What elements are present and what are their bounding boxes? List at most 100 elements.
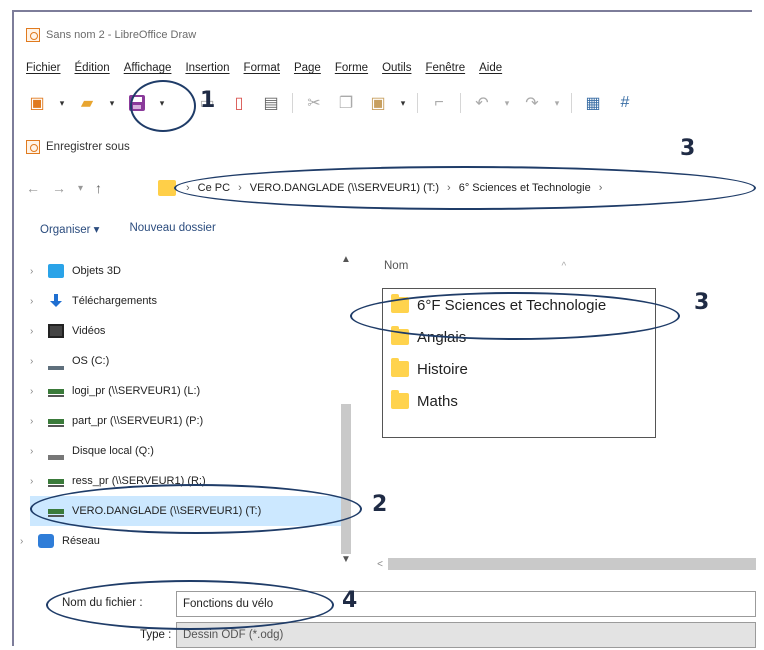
sort-indicator-icon: ^ [561, 261, 567, 272]
annotation-number-1: 1 [200, 88, 216, 113]
scroll-left-icon[interactable]: < [372, 559, 388, 570]
command-bar: Organiser ▾ Nouveau dossier [40, 222, 216, 236]
toolbar-separator [417, 93, 418, 113]
annotation-ellipse-drive [30, 484, 362, 534]
chevron-right-icon[interactable]: › [30, 296, 40, 307]
chevron-right-icon[interactable]: › [20, 536, 30, 547]
scroll-down-icon[interactable]: ▼ [341, 554, 351, 565]
undo-icon[interactable]: ↶ [471, 92, 493, 114]
tree-item-label: Objets 3D [72, 265, 121, 277]
organize-button[interactable]: Organiser ▾ [40, 222, 99, 236]
cut-icon[interactable]: ✂ [303, 92, 325, 114]
scrollbar-thumb[interactable] [388, 558, 756, 570]
new-folder-button[interactable]: Nouveau dossier [129, 222, 215, 236]
menu-insertion[interactable]: Insertion [185, 62, 229, 74]
file-name: Histoire [417, 360, 468, 378]
tree-item-disque-local[interactable]: › Disque local (Q:) [30, 436, 350, 466]
cube-icon [48, 264, 64, 278]
libreoffice-icon [26, 140, 40, 154]
menubar: Fichier Édition Affichage Insertion Form… [26, 56, 502, 80]
type-value: Dessin ODF (*.odg) [183, 629, 284, 641]
tree-item-os-c[interactable]: › OS (C:) [30, 346, 350, 376]
tree-item-telechargements[interactable]: › Téléchargements [30, 286, 350, 316]
scroll-up-icon[interactable]: ▲ [341, 254, 351, 265]
dropdown-arrow-icon[interactable]: ▾ [399, 92, 407, 114]
video-icon [48, 324, 64, 338]
chevron-right-icon[interactable]: › [30, 326, 40, 337]
tree-item-label: OS (C:) [72, 355, 110, 367]
toolbar-separator [571, 93, 572, 113]
annotation-ellipse-folder [350, 292, 680, 340]
menu-fichier[interactable]: Fichier [26, 62, 61, 74]
toolbar-separator [292, 93, 293, 113]
copy-icon[interactable]: ❐ [335, 92, 357, 114]
forward-arrow-icon[interactable]: → [52, 180, 66, 196]
clone-formatting-icon[interactable]: ⌐ [428, 92, 450, 114]
paste-icon[interactable]: ▣ [367, 92, 389, 114]
menu-forme[interactable]: Forme [335, 62, 368, 74]
tree-item-logi-pr[interactable]: › logi_pr (\\SERVEUR1) (L:) [30, 376, 350, 406]
chevron-right-icon[interactable]: › [30, 476, 40, 487]
folder-icon [391, 390, 409, 409]
menu-edition[interactable]: Édition [75, 62, 110, 74]
window-border-top [12, 10, 752, 12]
tree-item-label: Disque local (Q:) [72, 445, 154, 457]
print-icon[interactable]: ▤ [260, 92, 282, 114]
list-item[interactable]: Maths [383, 385, 655, 417]
navigation-scrollbar[interactable]: ▲ ▼ [338, 254, 354, 570]
dialog-title-text: Enregistrer sous [46, 141, 130, 153]
helplines-icon[interactable]: # [614, 92, 636, 114]
folder-icon [391, 358, 409, 377]
annotation-ellipse-address [174, 166, 756, 210]
tree-item-objets-3d[interactable]: › Objets 3D [30, 256, 350, 286]
network-drive-icon [48, 414, 64, 428]
new-document-icon[interactable]: ▣ [26, 92, 48, 114]
menu-aide[interactable]: Aide [479, 62, 502, 74]
window-title: Sans nom 2 - LibreOffice Draw [46, 29, 197, 41]
file-name: Maths [417, 392, 458, 410]
tree-item-label: part_pr (\\SERVEUR1) (P:) [72, 415, 204, 427]
drive-icon [48, 448, 64, 460]
tree-item-label: Téléchargements [72, 295, 157, 307]
menu-fenetre[interactable]: Fenêtre [425, 62, 465, 74]
tree-item-label: Réseau [62, 535, 100, 547]
chevron-right-icon[interactable]: › [30, 356, 40, 367]
save-as-dialog-title: Enregistrer sous [26, 140, 130, 154]
list-item[interactable]: Histoire [383, 353, 655, 385]
dropdown-arrow-icon[interactable]: ▾ [553, 92, 561, 114]
network-drive-icon [48, 384, 64, 398]
recent-dropdown-icon[interactable]: ▾ [78, 183, 83, 194]
chevron-right-icon[interactable]: › [30, 386, 40, 397]
column-header-name[interactable]: Nom ^ [384, 260, 566, 272]
menu-outils[interactable]: Outils [382, 62, 411, 74]
grid-icon[interactable]: ▦ [582, 92, 604, 114]
dropdown-arrow-icon[interactable]: ▾ [503, 92, 511, 114]
menu-format[interactable]: Format [244, 62, 280, 74]
back-arrow-icon[interactable]: ← [26, 180, 40, 196]
libreoffice-draw-icon [26, 28, 40, 42]
network-icon [38, 534, 54, 548]
open-folder-icon[interactable]: ▰ [76, 92, 98, 114]
export-pdf-icon[interactable]: ▯ [228, 92, 250, 114]
up-arrow-icon[interactable]: ↑ [95, 180, 102, 196]
tree-item-videos[interactable]: › Vidéos [30, 316, 350, 346]
chevron-right-icon[interactable]: › [30, 416, 40, 427]
dropdown-arrow-icon[interactable]: ▾ [58, 92, 66, 114]
redo-icon[interactable]: ↷ [521, 92, 543, 114]
download-icon [48, 294, 64, 308]
annotation-ellipse-save [130, 80, 196, 132]
chevron-right-icon[interactable]: › [30, 266, 40, 277]
column-header-label: Nom [384, 260, 409, 272]
chevron-right-icon[interactable]: › [30, 446, 40, 457]
menu-affichage[interactable]: Affichage [124, 62, 172, 74]
tree-item-part-pr[interactable]: › part_pr (\\SERVEUR1) (P:) [30, 406, 350, 436]
window-titlebar: Sans nom 2 - LibreOffice Draw [26, 24, 196, 46]
dropdown-arrow-icon[interactable]: ▾ [108, 92, 116, 114]
scrollbar-thumb[interactable] [341, 404, 351, 554]
menu-page[interactable]: Page [294, 62, 321, 74]
annotation-number-4: 4 [342, 588, 358, 613]
file-list-hscrollbar[interactable]: < [372, 556, 756, 572]
annotation-ellipse-filename [46, 580, 334, 630]
network-drive-icon [48, 474, 64, 488]
annotation-number-3-folder: 3 [694, 290, 710, 315]
